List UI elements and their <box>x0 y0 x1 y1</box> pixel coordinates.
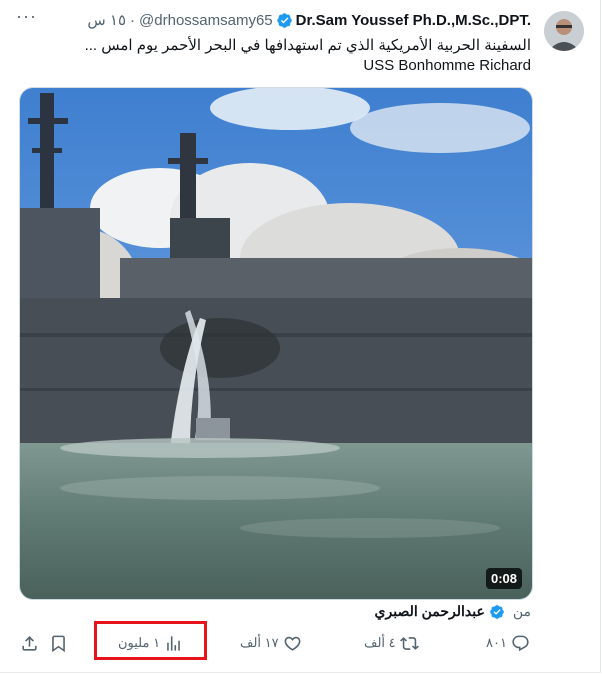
replies-count: ٨٠١ <box>486 635 507 650</box>
repost-button[interactable]: ٤ ألف <box>364 630 419 656</box>
video-duration: 0:08 <box>485 568 522 589</box>
video-player[interactable]: 0:08 <box>19 87 533 600</box>
like-button[interactable]: ١٧ ألف <box>240 630 302 656</box>
tweet-card[interactable]: ··· Dr.Sam Youssef Ph.D.,M.Sc.,DPT. @drh… <box>0 0 601 673</box>
author-name[interactable]: Dr.Sam Youssef Ph.D.,M.Sc.,DPT. <box>296 12 531 29</box>
separator-dot: · <box>130 11 136 29</box>
source-name[interactable]: عبدالرحمن الصبري <box>375 603 485 620</box>
tweet-header: Dr.Sam Youssef Ph.D.,M.Sc.,DPT. @drhossa… <box>87 11 531 30</box>
tweet-text-line2: USS Bonhomme Richard <box>363 57 531 74</box>
tweet-text-line1: السفينة الحربية الأمريكية الذي تم استهدا… <box>84 37 531 54</box>
bookmark-icon <box>52 635 65 652</box>
tweet-text: السفينة الحربية الأمريكية الذي تم استهدا… <box>51 36 531 76</box>
bookmark-button[interactable] <box>49 630 68 656</box>
timestamp[interactable]: ١٥ س <box>87 11 126 29</box>
reposts-count: ٤ ألف <box>364 635 396 650</box>
views-highlight-box <box>94 621 207 660</box>
source-verified-badge-icon <box>490 604 504 619</box>
video-frame <box>20 88 532 599</box>
likes-count: ١٧ ألف <box>240 635 279 650</box>
more-options-icon[interactable]: ··· <box>16 6 37 27</box>
heart-icon <box>284 636 301 651</box>
repost-icon <box>399 636 419 650</box>
verified-badge-icon <box>276 12 292 28</box>
avatar[interactable] <box>544 11 584 51</box>
reply-button[interactable]: ٨٠١ <box>486 630 530 656</box>
reply-icon <box>512 635 529 651</box>
share-button[interactable] <box>20 630 39 656</box>
author-handle[interactable]: @drhossamsamy65 <box>139 12 273 29</box>
video-source: من عبدالرحمن الصبري <box>375 603 531 620</box>
from-prefix: من <box>512 603 531 619</box>
share-icon <box>22 635 37 651</box>
